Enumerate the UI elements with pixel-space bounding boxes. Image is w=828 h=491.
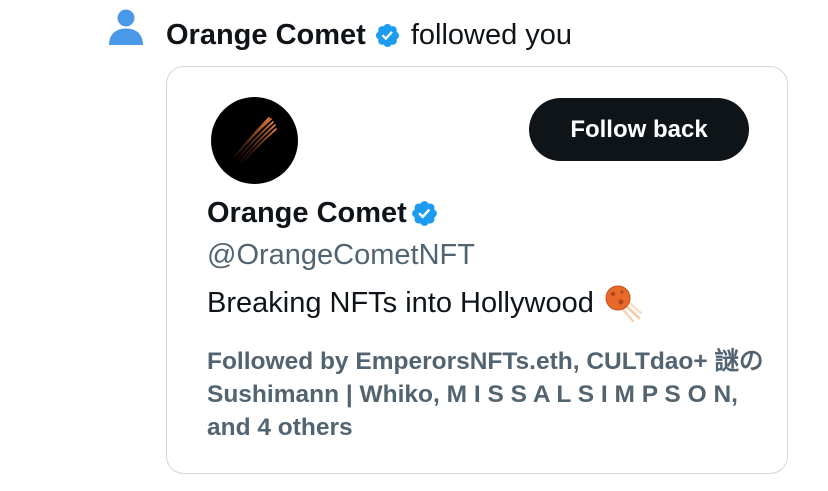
comet-logo-avatar[interactable] [211,97,298,184]
profile-name-row: Orange Comet [207,197,439,230]
profile-display-name[interactable]: Orange Comet [207,197,407,230]
profile-card[interactable]: Follow back Orange Comet @OrangeCometNFT… [166,66,788,474]
person-icon [109,9,143,45]
profile-handle[interactable]: @OrangeCometNFT [207,239,475,272]
notification-user-name[interactable]: Orange Comet [166,19,366,52]
profile-bio: Breaking NFTs into Hollywood [207,282,644,324]
verified-badge-icon [411,201,437,226]
notification-header: Orange Comet followed you [166,14,572,56]
comet-logo-icon [232,117,277,164]
notification-action-text: followed you [410,18,573,51]
profile-bio-text: Breaking NFTs into Hollywood [207,286,594,319]
verified-badge-icon [375,23,399,47]
followed-by-text[interactable]: Followed by EmperorsNFTs.eth, CULTdao+ 謎… [207,345,767,444]
comet-emoji-icon [605,285,643,323]
follow-back-button[interactable]: Follow back [529,98,749,161]
